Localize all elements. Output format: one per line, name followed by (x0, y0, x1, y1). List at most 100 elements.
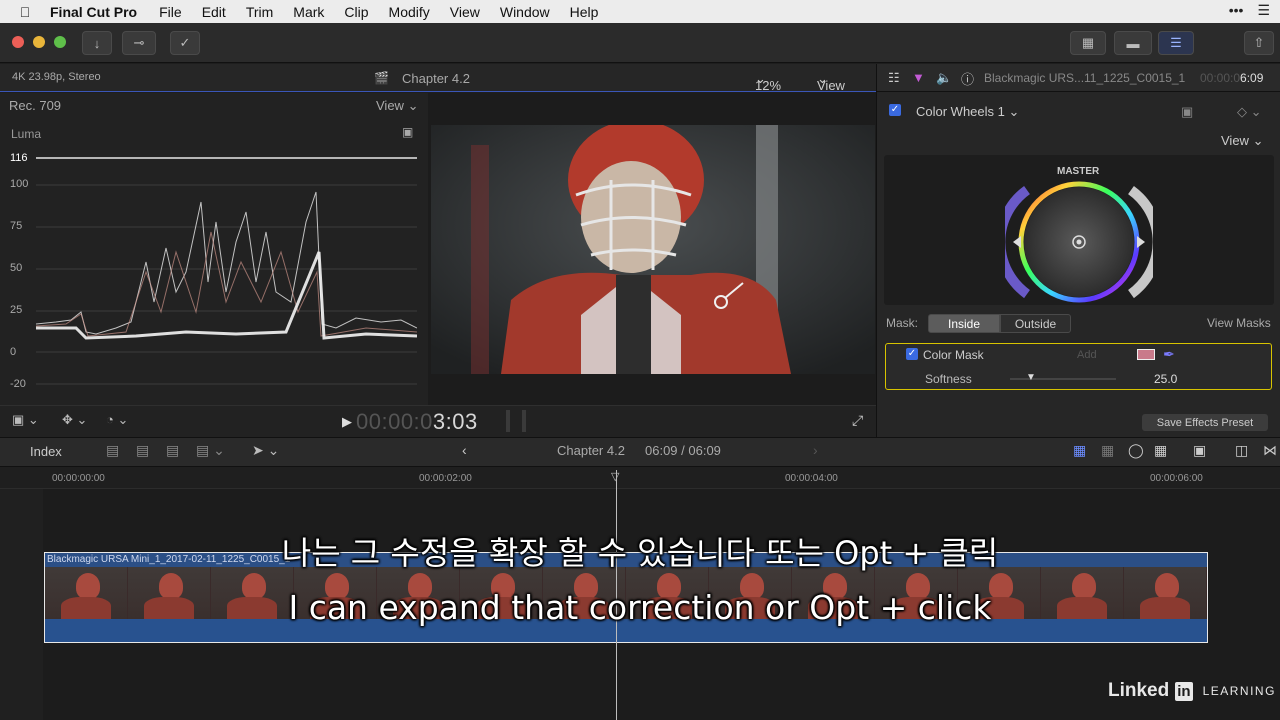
effect-enable-checkbox[interactable]: ✓ (889, 104, 901, 116)
minimize-window-button[interactable] (33, 36, 45, 48)
skimming-icon[interactable]: ▦ (1073, 442, 1086, 459)
append-clip-icon[interactable]: ▤ (166, 442, 179, 459)
apple-menu-icon[interactable]:  (0, 4, 50, 20)
video-inspector-icon[interactable]: ☷ (888, 70, 900, 86)
eyedropper-icon[interactable]: ✒ (1163, 346, 1175, 363)
menu-clip[interactable]: Clip (344, 4, 368, 20)
view-masks-button[interactable]: View Masks (1207, 316, 1271, 330)
color-mask-label: Color Mask (923, 348, 984, 362)
effect-name-dropdown[interactable]: Color Wheels 1 ⌄ (916, 104, 1019, 120)
menu-trim[interactable]: Trim (246, 4, 273, 20)
import-button[interactable]: ↓ (82, 31, 112, 55)
timeline-ruler[interactable]: 00:00:00:00 00:00:02:00 00:00:04:00 00:0… (0, 467, 1280, 489)
timecode-display[interactable]: 00:00:03:03 (356, 409, 478, 435)
inspector-view-dropdown[interactable]: View ⌄ (1221, 133, 1263, 149)
solo-headphones-icon[interactable]: ◯ (1128, 442, 1144, 459)
keyword-button[interactable]: ⊸ (122, 31, 156, 55)
ruler-tick-label: 00:00:04:00 (785, 473, 838, 484)
connect-clip-icon[interactable]: ▤ (106, 442, 119, 459)
menu-file[interactable]: File (159, 4, 182, 20)
ruler-tick-label: 00:00:02:00 (419, 473, 472, 484)
menu-modify[interactable]: Modify (389, 4, 430, 20)
wheel-label: MASTER (1057, 166, 1100, 177)
viewer-title: Chapter 4.2 (402, 71, 470, 86)
menu-window[interactable]: Window (500, 4, 550, 20)
audio-skimming-icon[interactable]: ▦ (1101, 442, 1114, 459)
index-button[interactable]: Index (30, 444, 62, 459)
mask-outside-button[interactable]: Outside (1000, 314, 1071, 333)
add-keyframe-button[interactable]: Add (1077, 349, 1097, 361)
scope-settings-icon[interactable]: ▣ (402, 125, 413, 139)
audio-inspector-icon[interactable]: 🔈 (936, 70, 952, 86)
scope-view-label: View (376, 98, 404, 113)
previous-chevron-icon[interactable]: ‹ (462, 442, 467, 458)
menu-app-name[interactable]: Final Cut Pro (50, 4, 137, 20)
save-effects-preset-button[interactable]: Save Effects Preset (1142, 414, 1268, 431)
inspector-duration: 00:00:06:09 (1200, 71, 1263, 85)
scope-y-label: 50 (10, 262, 23, 274)
save-effects-preset-label: Save Effects Preset (1156, 416, 1254, 429)
inspector-duration-bright: 6:09 (1240, 71, 1264, 85)
scope-mode-label: Luma (11, 127, 42, 141)
snapping-icon[interactable]: ▦ (1154, 442, 1167, 459)
insert-clip-icon[interactable]: ▤ (136, 442, 149, 459)
inspector-clip-name: Blackmagic URS...11_1225_C0015_1 (984, 71, 1186, 85)
zoom-dropdown[interactable]: 12% ⌄ (755, 71, 781, 93)
overwrite-clip-icon[interactable]: ▤ ⌄ (196, 442, 225, 459)
speed-gauge-icon[interactable]: ◔ ⌄ (106, 412, 128, 428)
list-icon[interactable]: ☰ (1257, 2, 1270, 19)
menu-help[interactable]: Help (570, 4, 599, 20)
info-inspector-icon[interactable]: ⓘ (961, 69, 974, 88)
mask-color-swatch[interactable] (1137, 349, 1155, 360)
scope-view-dropdown[interactable]: View ⌄ (376, 98, 418, 114)
master-color-wheel[interactable] (1005, 180, 1153, 304)
scope-y-label: 75 (10, 220, 23, 232)
next-chevron-icon[interactable]: › (813, 442, 818, 458)
viewer-view-dropdown[interactable]: View ⌄ (817, 71, 845, 93)
transitions-browser-icon[interactable]: ⋈ (1263, 442, 1277, 459)
inspector-toggle-button[interactable]: ☰ (1158, 31, 1194, 55)
playhead-handle-icon[interactable]: ▽ (611, 470, 619, 483)
more-icon[interactable]: ••• (1229, 2, 1244, 19)
close-window-button[interactable] (12, 36, 24, 48)
softness-slider-handle[interactable]: ▼ (1026, 372, 1036, 383)
sliders-icon: ☰ (1170, 35, 1182, 50)
color-mask-checkbox[interactable]: ✓ (906, 348, 918, 360)
timecode-dim: 00:00:0 (356, 409, 433, 434)
background-tasks-button[interactable]: ✓ (170, 31, 200, 55)
ruler-tick-label: 00:00:00:00 (52, 473, 105, 484)
timeline-title: Chapter 4.2 (557, 443, 625, 458)
color-inspector-icon[interactable]: ▼ (912, 70, 925, 85)
softness-label: Softness (925, 372, 972, 386)
logo-learning-text: LEARNING (1202, 684, 1276, 698)
subtitle-english: I can expand that correction or Opt + cl… (288, 588, 992, 627)
mask-label: Mask: (886, 316, 919, 330)
timeline-toggle-button[interactable]: ▬ (1114, 31, 1152, 55)
softness-value[interactable]: 25.0 (1154, 372, 1177, 386)
share-button[interactable]: ⇧ (1244, 31, 1274, 55)
grid-icon: ▦ (1081, 35, 1095, 50)
display-settings-icon[interactable]: ▣ ⌄ (12, 412, 39, 428)
inspector-duration-dim: 00:00:0 (1200, 71, 1241, 85)
mask-inside-button[interactable]: Inside (928, 314, 1000, 333)
menu-view[interactable]: View (450, 4, 480, 20)
menu-edit[interactable]: Edit (202, 4, 226, 20)
zoom-window-button[interactable] (54, 36, 66, 48)
mask-shape-icon[interactable]: ▣ (1181, 104, 1193, 120)
viewer-view-label: View (817, 78, 845, 93)
menu-bar:  Final Cut Pro File Edit Trim Mark Clip… (0, 0, 1280, 23)
timeline-position: 06:09 / 06:09 (645, 443, 721, 458)
transform-tools-icon[interactable]: ✥ ⌄ (62, 412, 87, 428)
effects-browser-icon[interactable]: ◫ (1235, 442, 1248, 459)
play-button[interactable]: ▶ (342, 414, 352, 430)
fullscreen-icon[interactable]: ⤢ (852, 412, 863, 429)
checkmark-circle-icon: ✓ (179, 35, 191, 50)
keyframe-icon[interactable]: ◇ ⌄ (1237, 104, 1262, 120)
clip-appearance-icon[interactable]: ▣ (1193, 442, 1206, 459)
browser-toggle-button[interactable]: ▦ (1070, 31, 1106, 55)
select-tool-icon[interactable]: ➤ ⌄ (252, 442, 279, 459)
video-frame[interactable] (431, 125, 875, 374)
menu-mark[interactable]: Mark (293, 4, 324, 20)
scope-y-label: 100 (10, 178, 29, 190)
scope-colorspace: Rec. 709 (9, 98, 62, 113)
